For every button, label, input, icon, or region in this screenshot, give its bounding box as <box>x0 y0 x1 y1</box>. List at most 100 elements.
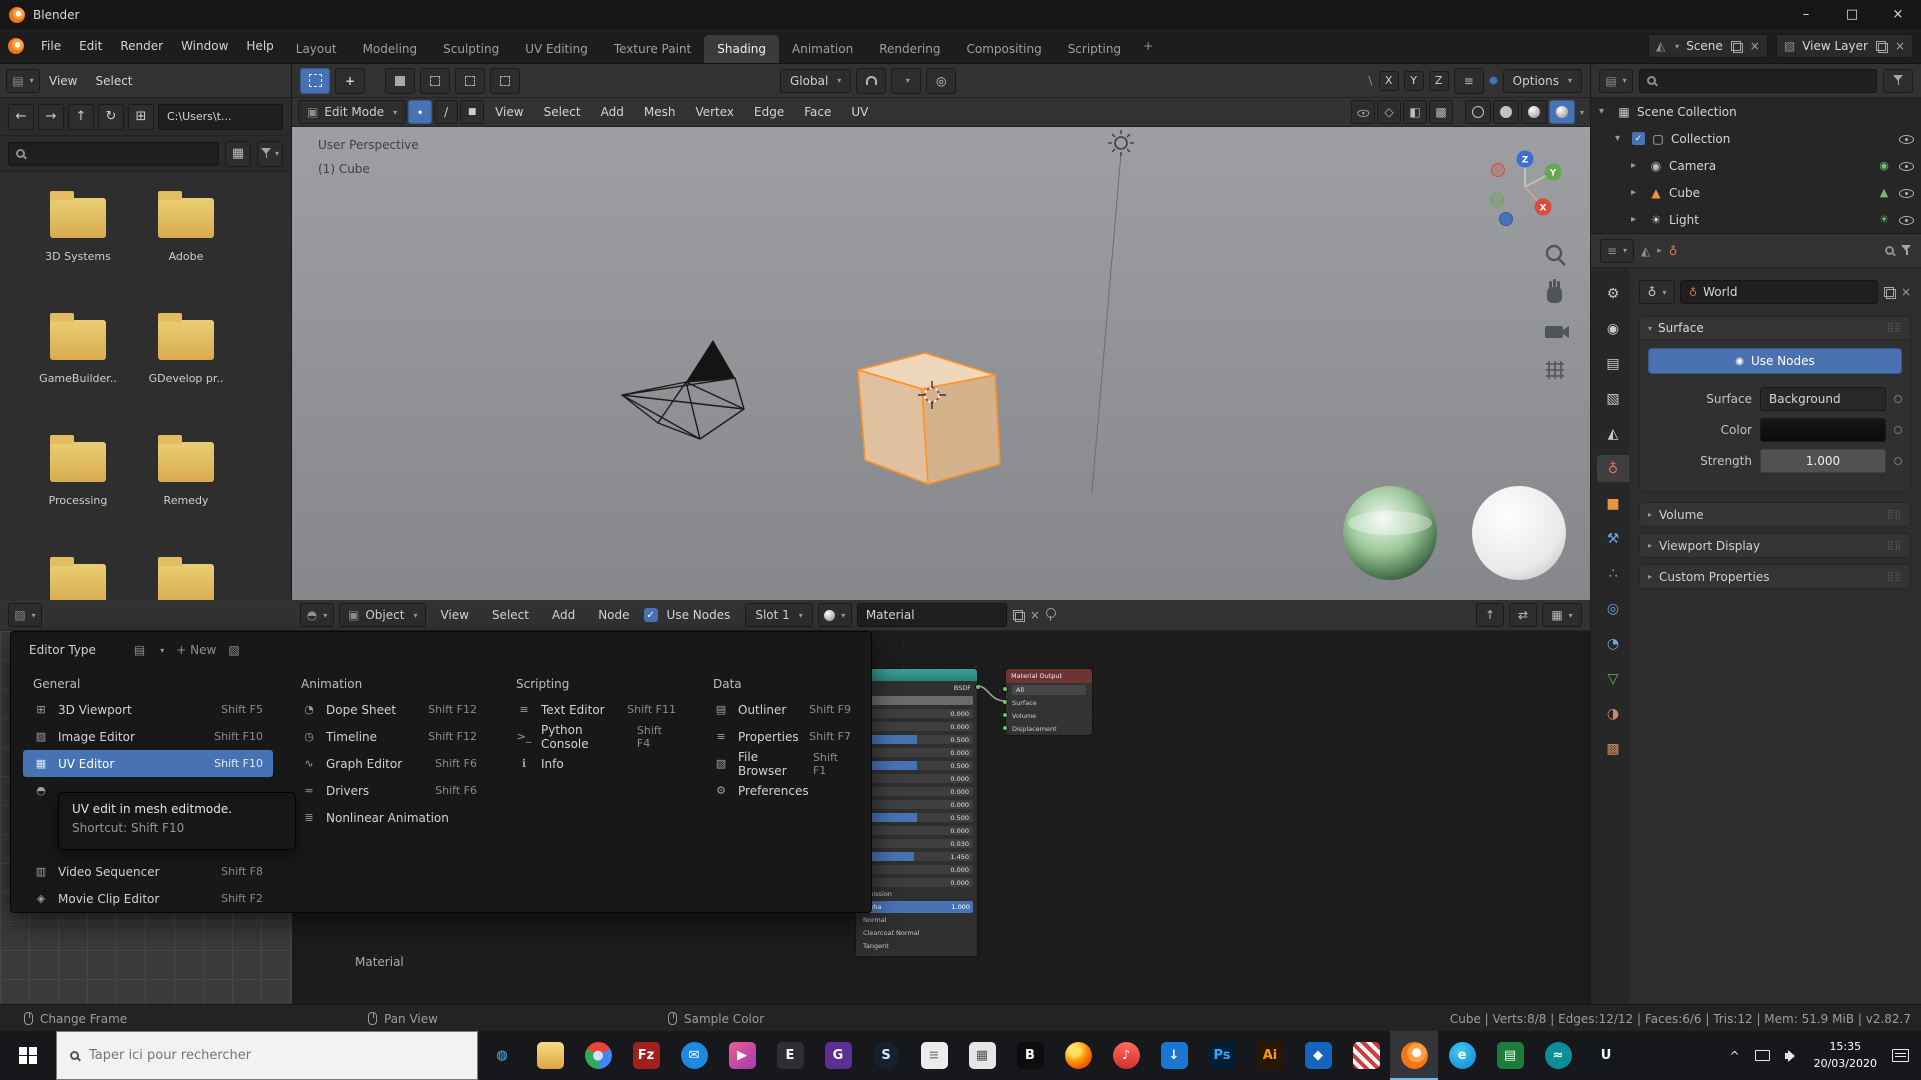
workspace-tab[interactable]: Rendering <box>866 35 953 63</box>
properties-tab-texture[interactable]: ▩ <box>1597 735 1629 762</box>
properties-tab-particles[interactable]: ∴ <box>1597 560 1629 587</box>
taskbar-search-input[interactable] <box>89 1048 464 1063</box>
collapsed-panel-header[interactable]: ▸ Volume ⣿⣿ <box>1639 502 1911 527</box>
teal-app-icon[interactable]: ≈ <box>1534 1031 1582 1080</box>
editor-menu-item[interactable]: >_Python ConsoleShift F4 <box>506 723 686 750</box>
editor-menu-item[interactable]: ◷TimelineShift F12 <box>291 723 487 750</box>
file-browser-editor-type-button[interactable]: ▤▾ <box>6 69 40 93</box>
notification-center-icon[interactable] <box>1892 1049 1909 1062</box>
properties-tab-object[interactable]: ■ <box>1597 490 1629 517</box>
material-output-node[interactable]: Material Output All Surface Volume <box>1005 668 1093 736</box>
outliner-item-label[interactable]: Scene Collection <box>1637 105 1737 119</box>
file-search-input[interactable] <box>8 142 219 166</box>
proportional-editing-button[interactable]: ◎ <box>926 68 956 94</box>
node-input-row[interactable]: Tangent <box>860 940 973 952</box>
menubar-menu[interactable]: Render <box>111 29 172 63</box>
workspace-tab[interactable]: Scripting <box>1055 35 1134 63</box>
maximize-button[interactable]: □ <box>1829 0 1875 29</box>
surface-type-dropdown[interactable]: Background <box>1760 387 1886 411</box>
editor-menu-item[interactable]: ∿Graph EditorShift F6 <box>291 750 487 777</box>
editor-menu-item[interactable]: ▥Video SequencerShift F8 <box>23 858 273 885</box>
outliner-item-label[interactable]: Camera <box>1669 159 1716 173</box>
editor-menu-item[interactable]: ⊞3D ViewportShift F5 <box>23 696 273 723</box>
visibility-dropdown[interactable] <box>1351 100 1375 124</box>
workspace-tab[interactable]: Modeling <box>350 35 431 63</box>
folder-item[interactable]: Remedy <box>132 428 240 550</box>
shader-type-dropdown[interactable]: ▣Object▾ <box>339 603 426 627</box>
properties-tab-view-layer[interactable]: ▧ <box>1597 385 1629 412</box>
outliner-search-input[interactable] <box>1639 69 1877 93</box>
world-name-field[interactable]: ♁ World <box>1680 280 1878 304</box>
forward-button[interactable]: → <box>38 104 64 130</box>
cube-object[interactable] <box>858 353 1000 484</box>
outliner-row[interactable]: ▾ ✓ ▢ Collection <box>1591 125 1921 152</box>
filter-icon[interactable] <box>1901 245 1912 256</box>
editor-menu-item[interactable]: ≣Nonlinear Animation <box>291 804 487 831</box>
use-nodes-checkbox[interactable]: ✓ <box>644 608 658 622</box>
expander-icon[interactable]: ▸ <box>1631 160 1643 171</box>
new-scene-button[interactable] <box>1730 40 1743 53</box>
chrome-icon[interactable]: ● <box>574 1031 622 1080</box>
use-nodes-button[interactable]: ◉ Use Nodes <box>1648 348 1902 374</box>
expander-icon[interactable]: ▾ <box>1599 106 1611 117</box>
rendered-shading-button[interactable] <box>1549 100 1575 124</box>
shading-dropdown-icon[interactable]: ▾ <box>1580 108 1584 117</box>
node-input-row[interactable]: Alpha1.000 <box>860 901 973 913</box>
properties-tab-tool[interactable]: ⚙ <box>1597 280 1629 307</box>
node-slider[interactable]: 0.000 <box>860 865 973 874</box>
editor-menu-item[interactable]: ▧File BrowserShift F1 <box>703 750 861 777</box>
folder-item[interactable]: Processing <box>24 428 132 550</box>
start-button[interactable] <box>0 1031 56 1080</box>
create-directory-button[interactable]: ⊞ <box>128 104 154 130</box>
unlink-world-button[interactable]: × <box>1901 285 1911 299</box>
node-slider[interactable]: 0.000 <box>860 878 973 887</box>
shader-editor-menu[interactable]: Node <box>589 600 638 630</box>
shader-editor-menu[interactable]: Add <box>543 600 584 630</box>
copy-material-button[interactable] <box>1012 609 1025 622</box>
animate-dot-icon[interactable] <box>1894 426 1902 434</box>
calculator-icon[interactable]: ▦ <box>958 1031 1006 1080</box>
outliner-row[interactable]: ▸ ✓ ▲ Cube ▲ <box>1591 179 1921 206</box>
menubar-menu[interactable]: Window <box>172 29 237 63</box>
close-button[interactable]: × <box>1875 0 1921 29</box>
illustrator-icon[interactable]: Ai <box>1246 1031 1294 1080</box>
node-slider[interactable]: 0.000 <box>860 709 973 718</box>
filezilla-icon[interactable]: Fz <box>622 1031 670 1080</box>
file-browser-menu[interactable]: Select <box>86 64 141 97</box>
outliner-item-label[interactable]: Collection <box>1671 132 1730 146</box>
folder-item[interactable]: GameBuilder.. <box>24 306 132 428</box>
outliner-item-label[interactable]: Light <box>1669 213 1699 227</box>
gog-icon[interactable]: G <box>814 1031 862 1080</box>
world-color-swatch[interactable] <box>1760 418 1886 442</box>
document-app-icon[interactable]: ≡ <box>910 1031 958 1080</box>
viewport-menu[interactable]: View <box>486 98 532 126</box>
strength-field[interactable]: 1.000 <box>1760 449 1886 473</box>
display-mode-button[interactable]: ▦ <box>225 141 251 167</box>
workspace-tab[interactable]: UV Editing <box>512 35 601 63</box>
edge-select-button[interactable]: / <box>434 100 458 124</box>
editor-type-button[interactable]: ▨▾ <box>8 603 42 627</box>
minimize-button[interactable]: – <box>1783 0 1829 29</box>
outliner-row[interactable]: ▸ ✓ ☀ Light ☀ <box>1591 206 1921 233</box>
principled-bsdf-node[interactable]: BSDF 0.000 0.000 0.500 <box>855 668 978 957</box>
node-slider[interactable]: 0.000 <box>860 800 973 809</box>
show-overlays-button[interactable]: ◧ <box>1403 100 1427 124</box>
viewport-menu[interactable]: Edge <box>745 98 793 126</box>
wireframe-shading-button[interactable] <box>1465 100 1491 124</box>
collection-checkbox[interactable]: ✓ <box>1632 132 1645 145</box>
surface-panel-header[interactable]: ▾ Surface ⣿⣿ <box>1639 316 1911 340</box>
output-node-row[interactable]: Displacement <box>1006 722 1092 735</box>
node-input-row[interactable]: Clearcoat Normal <box>860 927 973 939</box>
visibility-eye-icon[interactable] <box>1898 185 1913 200</box>
speaker-icon[interactable] <box>1785 1050 1799 1062</box>
editor-menu-item[interactable]: ≈DriversShift F6 <box>291 777 487 804</box>
node-slider[interactable]: 0.000 <box>860 722 973 731</box>
mirror-axis-toggle[interactable]: X <box>1379 71 1399 91</box>
properties-tab-modifiers[interactable]: ⚒ <box>1597 525 1629 552</box>
properties-tab-object-data[interactable]: ▽ <box>1597 665 1629 692</box>
animate-dot-icon[interactable] <box>1894 457 1902 465</box>
output-node-row[interactable]: Surface <box>1006 696 1092 709</box>
new-view-layer-button[interactable] <box>1875 40 1888 53</box>
file-browser-menu[interactable]: View <box>40 64 86 97</box>
firefox-icon[interactable] <box>1054 1031 1102 1080</box>
